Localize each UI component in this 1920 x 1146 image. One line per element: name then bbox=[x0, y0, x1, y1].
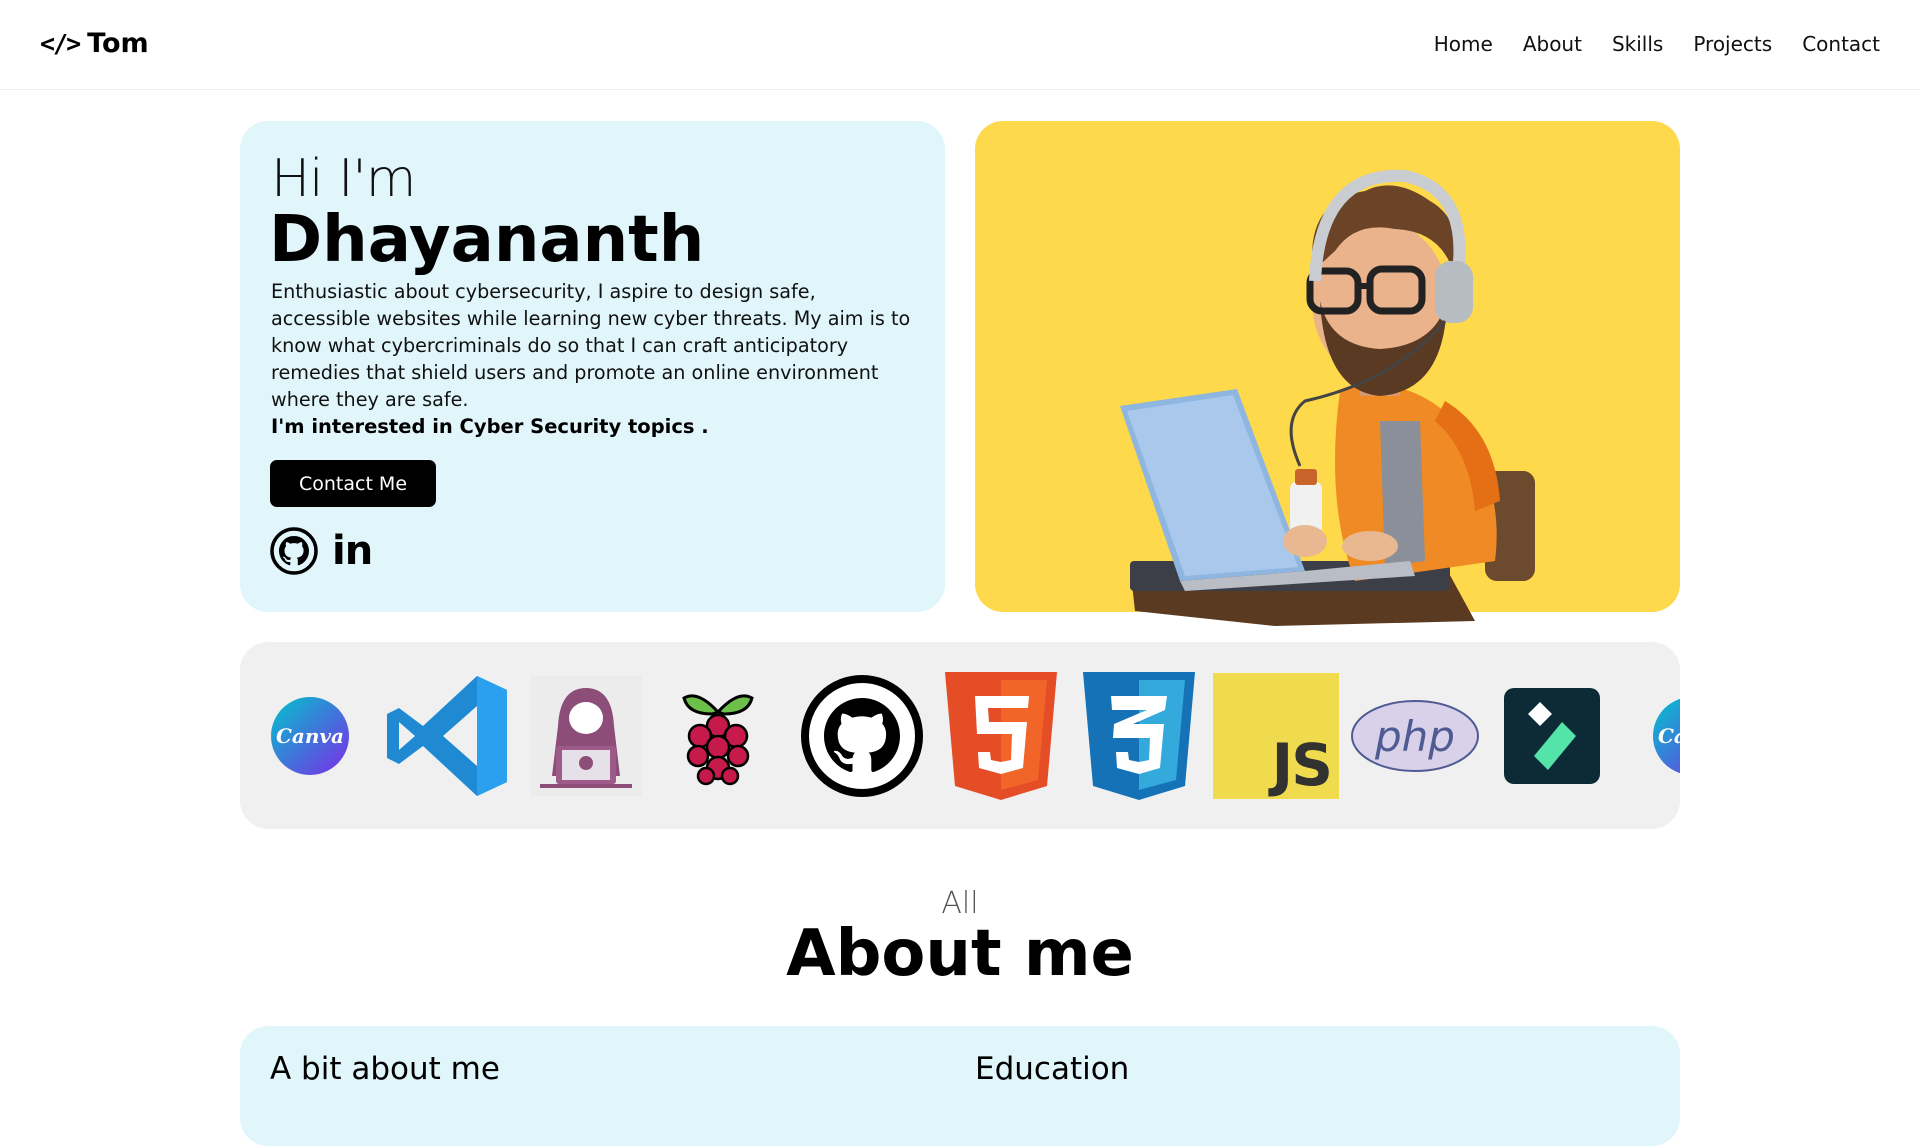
filmora-icon bbox=[1504, 688, 1600, 784]
php-logo: php bbox=[1350, 672, 1480, 800]
github-logo bbox=[800, 672, 924, 800]
hero-interest: I'm interested in Cyber Security topics … bbox=[271, 415, 709, 438]
hacker-logo bbox=[530, 672, 642, 800]
nav-projects[interactable]: Projects bbox=[1693, 32, 1772, 56]
raspberry-pi-logo bbox=[678, 672, 758, 800]
linkedin-icon[interactable]: in bbox=[332, 528, 373, 574]
hero-description: Enthusiastic about cybersecurity, I aspi… bbox=[271, 280, 911, 411]
github-icon[interactable] bbox=[270, 527, 318, 575]
nav-skills[interactable]: Skills bbox=[1612, 32, 1663, 56]
education-heading: Education bbox=[975, 1051, 1130, 1087]
skills-carousel: Canva JS php C bbox=[240, 642, 1680, 829]
css3-logo bbox=[1083, 672, 1195, 800]
logo[interactable]: </> Tom bbox=[40, 28, 149, 59]
js-label: JS bbox=[1271, 731, 1333, 799]
html5-logo bbox=[945, 672, 1057, 800]
nav-about[interactable]: About bbox=[1523, 32, 1582, 56]
nav-home[interactable]: Home bbox=[1434, 32, 1493, 56]
vscode-icon bbox=[387, 676, 507, 796]
hero-greeting: Hi I'm bbox=[271, 149, 416, 209]
social-links: in bbox=[270, 527, 373, 575]
hero-image-card bbox=[975, 121, 1680, 626]
nav-links: Home About Skills Projects Contact bbox=[1434, 32, 1880, 56]
raspberry-pi-icon bbox=[682, 694, 754, 786]
code-icon: </> bbox=[40, 29, 81, 58]
hero-card: Hi I'm Dhayananth Enthusiastic about cyb… bbox=[240, 121, 945, 612]
logo-text: Tom bbox=[87, 28, 149, 59]
about-subtitle: All bbox=[941, 886, 979, 921]
canva-logo: Canva bbox=[270, 672, 350, 800]
developer-illustration bbox=[1120, 169, 1535, 626]
js-icon: JS bbox=[1213, 673, 1339, 799]
css3-icon bbox=[1083, 672, 1195, 800]
php-label: php bbox=[1375, 711, 1455, 761]
about-title: About me bbox=[786, 917, 1134, 991]
filmora-logo bbox=[1504, 672, 1600, 800]
canva-logo-repeat: Canva bbox=[1652, 672, 1680, 800]
javascript-logo: JS bbox=[1213, 672, 1339, 800]
vscode-logo bbox=[382, 672, 512, 800]
navbar: </> Tom Home About Skills Projects Conta… bbox=[0, 0, 1920, 90]
canva-label: Canva bbox=[276, 724, 344, 748]
html5-icon bbox=[945, 672, 1057, 800]
about-card: A bit about me Education bbox=[240, 1026, 1680, 1146]
hero-name: Dhayananth bbox=[269, 203, 705, 277]
nav-contact[interactable]: Contact bbox=[1802, 32, 1880, 56]
hacker-icon bbox=[530, 676, 642, 796]
about-me-heading: A bit about me bbox=[270, 1051, 500, 1087]
github-large-icon bbox=[801, 675, 923, 797]
canva-label-repeat: Canva bbox=[1658, 724, 1680, 748]
contact-me-button[interactable]: Contact Me bbox=[270, 460, 436, 507]
